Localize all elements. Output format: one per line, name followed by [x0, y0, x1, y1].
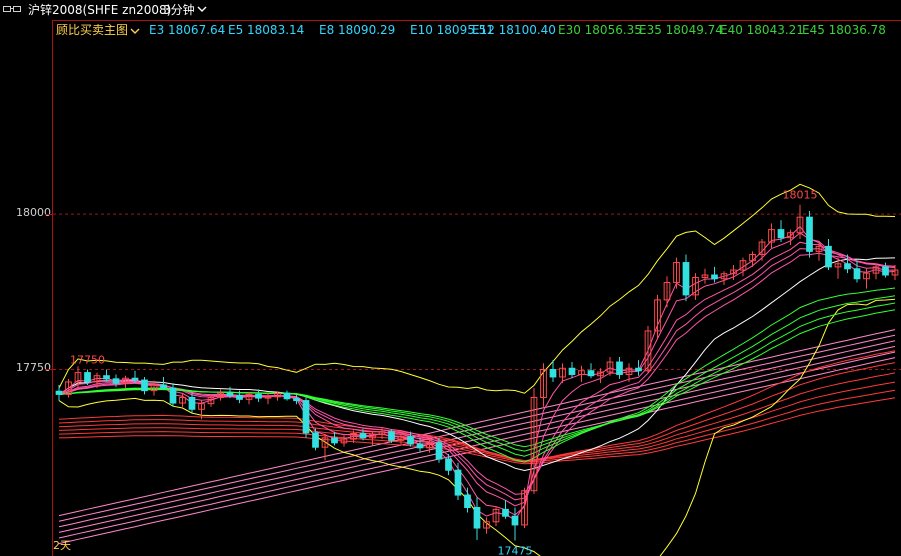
period-span-label: 2天	[53, 539, 71, 552]
title-bar: 沪锌2008(SHFE zn2008) 3分钟	[0, 0, 901, 20]
candle-body	[435, 442, 443, 460]
candle-body	[331, 437, 338, 444]
y-tick-mark	[45, 214, 52, 216]
legend-entry: E12 18100.40	[472, 23, 556, 37]
bollinger-mid	[58, 257, 896, 472]
candle-body	[131, 377, 139, 381]
candle-body	[473, 507, 481, 529]
legend-entry: E30 18056.35	[558, 23, 642, 37]
candle-body	[293, 398, 300, 402]
price-annotation: 17475	[498, 544, 533, 556]
legend-entry: E5 18083.14	[228, 23, 305, 37]
candle-body	[112, 378, 120, 384]
ema-line	[58, 302, 896, 452]
candle-body	[682, 262, 690, 296]
candle-body	[312, 432, 319, 448]
candle-body	[84, 372, 91, 383]
candle-body	[711, 274, 718, 280]
candle-body	[806, 216, 813, 252]
legend-entry: E45 18036.78	[802, 23, 886, 37]
y-tick-mark	[45, 369, 52, 371]
candle-body	[502, 508, 509, 517]
legend-entry: E8 18090.29	[319, 23, 396, 37]
candle-body	[188, 396, 196, 410]
bollinger-upper	[58, 183, 896, 394]
candle-body	[283, 392, 291, 400]
candle-body	[302, 400, 310, 434]
candle-body	[853, 268, 861, 280]
candle-body	[160, 384, 167, 389]
slow-ema-line	[58, 329, 896, 517]
window-icon[interactable]	[3, 6, 23, 14]
candle-body	[568, 367, 576, 375]
candle-body	[454, 469, 462, 496]
candle-body	[141, 379, 148, 392]
candle-body	[103, 375, 110, 380]
candle-body	[844, 263, 851, 270]
symbol-title[interactable]: 沪锌2008(SHFE zn2008)	[28, 3, 171, 17]
indicator-selector[interactable]: 顾比买卖主图	[56, 22, 128, 38]
price-annotation: 17750	[70, 353, 105, 366]
candle-body	[587, 370, 595, 377]
candle-body	[416, 443, 424, 449]
short-ema-line	[58, 225, 896, 521]
candle-body	[226, 392, 234, 397]
price-annotation: 18015	[783, 189, 818, 202]
candle-body	[464, 494, 471, 509]
candle-body	[616, 361, 623, 375]
candle-body	[55, 390, 63, 395]
candle-body	[511, 515, 519, 526]
y-tick-label: 17750	[16, 361, 51, 375]
chevron-down-icon[interactable]	[130, 26, 140, 36]
long-ema-line	[58, 372, 896, 462]
chevron-down-icon[interactable]	[197, 4, 207, 14]
legend-entry: E40 18043.21	[720, 23, 804, 37]
candle-body	[777, 229, 785, 239]
ema-line	[58, 309, 896, 448]
candle-body	[169, 387, 177, 404]
candle-body	[236, 395, 243, 400]
candle-body	[255, 393, 262, 399]
candle-body	[407, 436, 414, 445]
y-tick-label: 18000	[16, 206, 51, 220]
long-ema-line	[58, 389, 896, 463]
candle-body	[359, 433, 367, 439]
candle-body	[388, 431, 395, 441]
candle-body	[825, 245, 832, 268]
legend-entry: E3 18067.64	[149, 23, 226, 37]
candlestick-plot[interactable]: 17750 18015 17475	[53, 40, 901, 556]
candle-body	[445, 458, 452, 471]
candle-body	[882, 266, 889, 276]
period-label[interactable]: 3分钟	[163, 3, 195, 17]
candle-body	[635, 367, 642, 372]
candle-body	[549, 368, 557, 378]
legend-entry: E35 18049.74	[639, 23, 723, 37]
